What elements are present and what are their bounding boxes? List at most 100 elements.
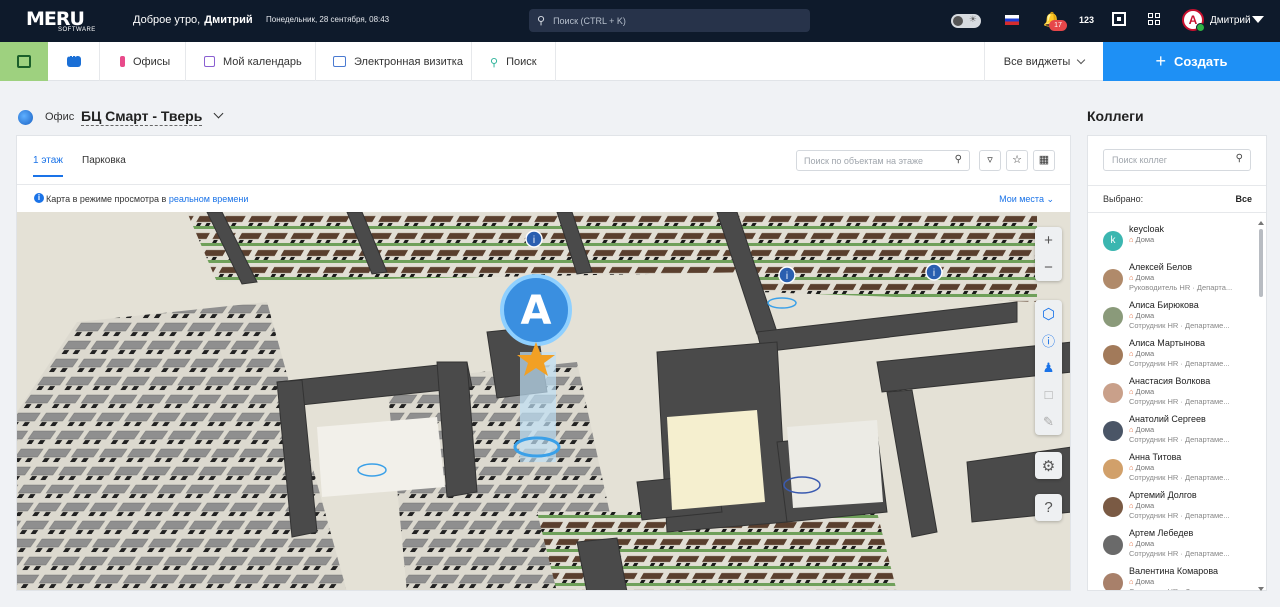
current-date: Понедельник, 28 сентября, 08:43 (266, 15, 390, 24)
theme-toggle[interactable]: ☀ (951, 14, 981, 28)
selected-filter: Выбрано: Все (1088, 185, 1266, 213)
zoom-out-button[interactable]: − (1035, 254, 1062, 281)
filter-button[interactable]: ▿ (979, 150, 1001, 171)
office-selector[interactable]: БЦ Смарт - Тверь (81, 108, 203, 126)
colleague-list-item[interactable]: Алексей Белов ⌂ Дома Руководитель HR · Депа… (1088, 260, 1258, 298)
tab-floor-1[interactable]: 1 этаж (33, 155, 63, 177)
home-icon: ⌂ (1129, 387, 1134, 396)
colleague-name: Анатолий Сергеев (1129, 414, 1206, 424)
my-places-dropdown[interactable]: Мои места ⌄ (999, 194, 1054, 205)
logo-subtext: SOFTWARE (58, 27, 96, 33)
realtime-link[interactable]: реальном времени (169, 194, 249, 204)
people-icon[interactable]: ♟ (1035, 354, 1062, 381)
scrollbar-thumb[interactable] (1259, 229, 1263, 297)
colleague-location: ⌂ Дома (1129, 311, 1154, 320)
qr-scan-icon[interactable] (1112, 12, 1126, 26)
tab-parking[interactable]: Парковка (82, 155, 126, 166)
layout-icon: ▦ (1038, 154, 1050, 166)
globe-icon (18, 110, 33, 125)
colleague-role: Руководитель HR · Департа... (1129, 283, 1233, 292)
nav-bar: Офисы Мой календарь Электронная визитка … (0, 42, 1280, 81)
nav-map-button[interactable] (0, 42, 48, 81)
floor-search-placeholder: Поиск по объектам на этаже (804, 156, 923, 166)
gear-icon[interactable]: ⚙ (1035, 452, 1062, 479)
nav-item-search[interactable]: ⚲ Поиск (472, 42, 556, 81)
colleague-location-text: Дома (1135, 311, 1155, 320)
colleague-list-item[interactable]: Валентина Комарова⌂ДомаСотрудник HR · Де… (1088, 564, 1258, 590)
info-icon: i (34, 193, 44, 203)
meeting-room-right (667, 410, 765, 510)
colleague-location-text: Дома (1135, 387, 1155, 396)
colleague-location-text: Дома (1135, 577, 1155, 586)
language-flag-icon[interactable] (1005, 15, 1019, 25)
nav-item-offices[interactable]: Офисы (100, 42, 186, 81)
colleague-location: ⌂ Дома (1129, 577, 1154, 586)
greeting-text: Доброе утро, (133, 14, 201, 26)
star-icon: ☆ (1012, 154, 1022, 166)
floor-3d-map[interactable]: i i i A + − ⬡ ⓘ ♟ □ ✎ ⚙ ? (17, 212, 1071, 591)
nav-item-calendar[interactable]: Мой календарь (186, 42, 316, 81)
colleague-list-item[interactable]: Артемий Долгов ⌂ Дома Сотрудник HR · Департ… (1088, 488, 1258, 526)
scroll-down-arrow-icon[interactable] (1258, 587, 1264, 591)
colleague-list-item[interactable]: Алиса Мартынова ⌂ Дома Сотрудник HR · Депар… (1088, 336, 1258, 374)
all-widgets-dropdown[interactable]: Все виджеты (984, 42, 1103, 81)
home-icon: ⌂ (1129, 235, 1134, 244)
home-icon: ⌂ (1129, 349, 1134, 358)
user-menu-chevron-down-icon[interactable] (1252, 16, 1264, 23)
nav-item-business-card[interactable]: Электронная визитка (316, 42, 472, 81)
global-search-placeholder: Поиск (CTRL + K) (553, 15, 626, 26)
colleague-role: Сотрудник HR · Департаме... (1129, 359, 1230, 368)
layout-button[interactable]: ▦ (1033, 150, 1055, 171)
user-avatar[interactable]: A (1182, 9, 1205, 32)
floor-3d-map-canvas[interactable]: i i i A (17, 212, 1071, 591)
colleague-role: Сотрудник HR · Департаме... (1129, 397, 1230, 406)
scroll-up-arrow-icon[interactable] (1258, 221, 1264, 225)
colleague-list-item[interactable]: Анна Титова ⌂ Дома Сотрудник HR · Департаме… (1088, 450, 1258, 488)
floor-search-input[interactable]: Поиск по объектам на этаже ⚲ (796, 150, 970, 171)
calendar-icon (204, 56, 215, 67)
area-select-icon[interactable]: □ (1035, 381, 1062, 408)
all-widgets-label: Все виджеты (1003, 55, 1071, 68)
colleague-role: Сотрудник HR · Департаме... (1129, 549, 1230, 558)
nav-chat-button[interactable] (48, 42, 100, 81)
apps-grid-icon[interactable] (1148, 13, 1160, 25)
colleague-list-item[interactable]: Анастасия Волкова ⌂ Дома Сотрудник HR · Деп… (1088, 374, 1258, 412)
sun-icon: ☀ (968, 14, 977, 24)
colleagues-search-input[interactable]: Поиск коллег ⚲ (1103, 149, 1251, 171)
office-chevron-down-icon[interactable] (213, 108, 224, 119)
colleague-location-text: Дома (1135, 349, 1155, 358)
avatar: k (1103, 231, 1123, 251)
global-search-input[interactable]: ⚲ Поиск (CTRL + K) (529, 9, 810, 32)
colleague-location: ⌂ Дома (1129, 387, 1154, 396)
offices-icon (120, 56, 125, 67)
chevron-down-icon (1076, 55, 1086, 64)
top-bar: MERU SOFTWARE Доброе утро, Дмитрий Понеде… (0, 0, 1280, 42)
create-button[interactable]: + Создать (1103, 42, 1280, 81)
info-toggle-icon[interactable]: ⓘ (1035, 327, 1062, 354)
eraser-icon[interactable]: ✎ (1035, 408, 1062, 435)
colleague-list-item[interactable]: Алиса Бирюкова ⌂ Дома Сотрудник HR · Департ… (1088, 298, 1258, 336)
colleague-name: Артемий Долгов (1129, 490, 1197, 500)
meru-logo[interactable]: MERU SOFTWARE (26, 8, 96, 34)
colleague-name: Алиса Бирюкова (1129, 300, 1199, 310)
help-icon[interactable]: ? (1035, 494, 1062, 521)
favorites-button[interactable]: ☆ (1006, 150, 1028, 171)
avatar-initial: k (1110, 235, 1116, 246)
colleague-location: ⌂ Дома (1129, 539, 1154, 548)
counter-button[interactable]: 123 (1079, 15, 1094, 25)
colleague-list-item[interactable]: k keycloak ⌂ Дома (1088, 222, 1258, 260)
colleague-list-item[interactable]: Артем Лебедев ⌂ Дома Сотрудник HR · Департа… (1088, 526, 1258, 564)
colleague-role: Сотрудник HR · Департаме... (1129, 473, 1230, 482)
colleagues-scrollbar[interactable] (1258, 221, 1264, 591)
avatar (1103, 383, 1123, 403)
user-name[interactable]: Дмитрий (1210, 15, 1251, 26)
colleague-list-item[interactable]: Анатолий Сергеев ⌂ Дома Сотрудник HR · Депа… (1088, 412, 1258, 450)
colleague-location: ⌂ Дома (1129, 273, 1154, 282)
3d-cube-icon[interactable]: ⬡ (1035, 300, 1062, 327)
colleague-name: Алиса Мартынова (1129, 338, 1205, 348)
selected-value[interactable]: Все (1235, 194, 1252, 204)
selected-label: Выбрано: (1103, 194, 1144, 204)
zoom-in-button[interactable]: + (1035, 227, 1062, 254)
colleagues-search-placeholder: Поиск коллег (1112, 155, 1168, 165)
colleague-role: Сотрудник HR · Департаме... (1129, 435, 1230, 444)
